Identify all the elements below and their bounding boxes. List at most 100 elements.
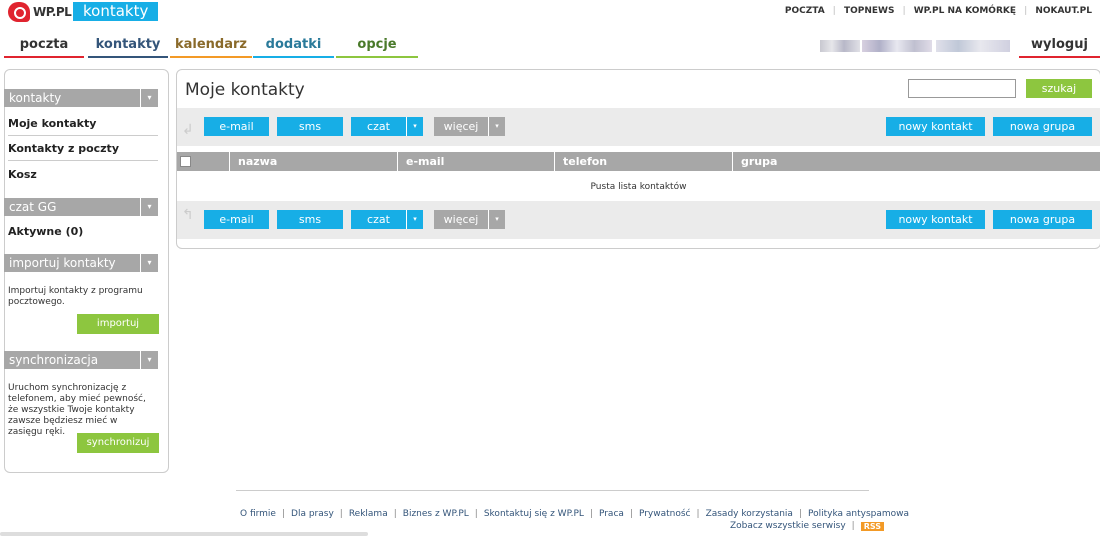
footer-link[interactable]: Dla prasy — [291, 509, 334, 519]
top-links: POCZTA | TOPNEWS | WP.PL NA KOMÓRKĘ | NOKAU… — [777, 6, 1100, 16]
sidebar-item-active[interactable]: Aktywne (0) — [8, 225, 158, 238]
top-bar: WP.PL kontakty POCZTA | TOPNEWS | WP.PL NA… — [0, 0, 1100, 26]
sidebar-header-import[interactable]: importuj kontakty ▾ — [4, 254, 158, 272]
arrow-up-left-icon: ↰ — [182, 207, 194, 223]
footer-link[interactable]: Prywatność — [639, 509, 691, 519]
select-all-checkbox[interactable] — [180, 156, 191, 167]
tab-label: kalendarz — [174, 37, 247, 52]
separator: | — [474, 509, 478, 519]
sidebar-header-contacts[interactable]: kontakty ▾ — [4, 89, 158, 107]
chevron-down-icon[interactable]: ▾ — [140, 198, 158, 216]
table-header: nazwa e-mail telefon grupa — [177, 152, 1100, 171]
sidebar-item-trash[interactable]: Kosz — [8, 168, 158, 181]
import-description: Importuj kontakty z programu pocztowego. — [8, 286, 143, 307]
column-phone[interactable]: telefon — [554, 152, 732, 171]
footer-link[interactable]: Praca — [599, 509, 624, 519]
chevron-down-icon[interactable]: ▾ — [488, 210, 505, 229]
footer-link[interactable]: O firmie — [240, 509, 276, 519]
chevron-down-icon[interactable]: ▾ — [140, 89, 158, 107]
chevron-down-icon[interactable]: ▾ — [140, 254, 158, 272]
toplink-mobile[interactable]: WP.PL NA KOMÓRKĘ — [906, 6, 1024, 16]
chat-button[interactable]: czat — [351, 210, 406, 229]
new-group-button[interactable]: nowa grupa — [993, 117, 1092, 136]
sidebar-header-chat[interactable]: czat GG ▾ — [4, 198, 158, 216]
user-email-redacted — [862, 40, 932, 52]
sidebar-header-sync[interactable]: synchronizacja ▾ — [4, 351, 158, 369]
separator: | — [339, 509, 343, 519]
separator: | — [798, 509, 802, 519]
more-button[interactable]: więcej — [434, 117, 488, 136]
horizontal-scrollbar[interactable] — [0, 532, 368, 536]
empty-list-message: Pusta lista kontaktów — [590, 182, 687, 192]
separator: | — [281, 509, 286, 519]
app-name: kontakty — [73, 2, 159, 21]
chat-button[interactable]: czat — [351, 117, 406, 136]
tab-underline — [4, 56, 84, 58]
chevron-down-icon[interactable]: ▾ — [406, 210, 423, 229]
header-label: synchronizacja — [9, 353, 99, 367]
all-services-link[interactable]: Zobacz wszystkie serwisy — [730, 521, 846, 531]
sms-button[interactable]: sms — [277, 210, 343, 229]
footer-link[interactable]: Reklama — [349, 509, 388, 519]
tab-label: kontakty — [95, 37, 161, 52]
search-input[interactable] — [908, 79, 1016, 98]
footer-link[interactable]: Polityka antyspamowa — [808, 509, 909, 519]
footer-links: O firmie | Dla prasy | Reklama | Biznes z W… — [240, 509, 909, 519]
user-email-redacted — [820, 40, 860, 52]
toplink-nokaut[interactable]: NOKAUT.PL — [1027, 6, 1100, 16]
logout-underline — [1019, 56, 1100, 58]
email-button[interactable]: e-mail — [204, 210, 269, 229]
import-button[interactable]: importuj — [77, 314, 159, 334]
active-count: (0) — [65, 225, 84, 238]
sms-button[interactable]: sms — [277, 117, 343, 136]
new-group-button[interactable]: nowa grupa — [993, 210, 1092, 229]
tab-poczta[interactable]: poczta — [4, 36, 84, 58]
separator: | — [393, 509, 397, 519]
email-button[interactable]: e-mail — [204, 117, 269, 136]
tab-kalendarz[interactable]: kalendarz — [170, 36, 252, 58]
sync-button[interactable]: synchronizuj — [77, 433, 159, 453]
separator: | — [696, 509, 700, 519]
divider — [8, 160, 158, 161]
footer-link[interactable]: Skontaktuj się z WP.PL — [484, 509, 584, 519]
new-contact-button[interactable]: nowy kontakt — [886, 210, 985, 229]
column-group[interactable]: grupa — [732, 152, 1100, 171]
tab-label: opcje — [357, 37, 397, 52]
footer-services: Zobacz wszystkie serwisy | RSS — [730, 521, 885, 531]
header-label: czat GG — [9, 200, 57, 214]
logout-link[interactable]: wyloguj — [1019, 36, 1100, 58]
sync-description: Uruchom synchronizację z telefonem, aby … — [8, 383, 146, 437]
tab-dodatki[interactable]: dodatki — [253, 36, 334, 58]
tab-kontakty[interactable]: kontakty — [88, 36, 168, 58]
chevron-down-icon[interactable]: ▾ — [488, 117, 505, 136]
divider — [8, 135, 158, 136]
logo-text: WP.PL — [33, 5, 72, 19]
separator: | — [629, 509, 633, 519]
footer-link[interactable]: Biznes z WP.PL — [403, 509, 469, 519]
tab-underline — [253, 56, 334, 58]
toplink-topnews[interactable]: TOPNEWS — [836, 6, 902, 16]
column-name[interactable]: nazwa — [229, 152, 397, 171]
sidebar-item-my-contacts[interactable]: Moje kontakty — [8, 117, 158, 130]
wp-heart-icon — [8, 2, 30, 22]
more-button[interactable]: więcej — [434, 210, 488, 229]
tab-underline — [88, 56, 168, 58]
active-label: Aktywne — [8, 225, 62, 238]
tab-underline — [170, 56, 252, 58]
tab-label: dodatki — [265, 37, 322, 52]
chevron-down-icon[interactable]: ▾ — [406, 117, 423, 136]
page-title: Moje kontakty — [185, 80, 305, 100]
toplink-poczta[interactable]: POCZTA — [777, 6, 833, 16]
tab-opcje[interactable]: opcje — [336, 36, 418, 58]
column-email[interactable]: e-mail — [397, 152, 554, 171]
arrow-down-left-icon: ↲ — [182, 122, 194, 138]
tab-label: poczta — [19, 37, 69, 52]
sidebar-item-mail-contacts[interactable]: Kontakty z poczty — [8, 142, 158, 155]
footer-link[interactable]: Zasady korzystania — [706, 509, 793, 519]
search-button[interactable]: szukaj — [1026, 79, 1092, 98]
separator: | — [851, 521, 855, 531]
wp-logo[interactable]: WP.PL — [8, 2, 72, 22]
new-contact-button[interactable]: nowy kontakt — [886, 117, 985, 136]
rss-icon[interactable]: RSS — [860, 521, 885, 531]
chevron-down-icon[interactable]: ▾ — [140, 351, 158, 369]
